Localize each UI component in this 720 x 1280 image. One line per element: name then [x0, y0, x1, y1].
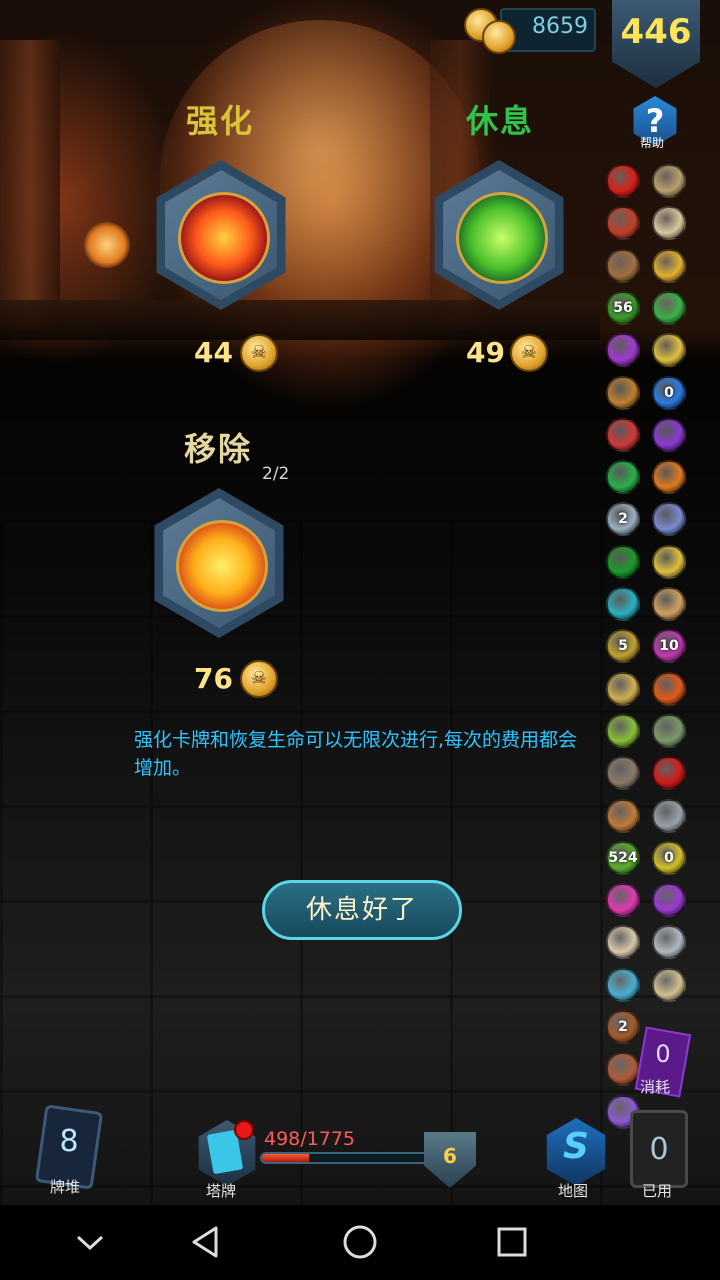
help-label: 帮助 — [640, 136, 665, 150]
green-sigil-icon[interactable] — [606, 460, 640, 494]
crystal-ball-icon[interactable] — [652, 502, 686, 536]
bowl-icon[interactable] — [652, 968, 686, 1002]
blue-orb-icon[interactable]: 0 — [652, 376, 686, 410]
green-rune-icon[interactable]: 56 — [606, 291, 640, 325]
notification-dot — [234, 1120, 254, 1140]
purple-sigil-icon[interactable] — [652, 883, 686, 917]
sack-icon[interactable] — [652, 164, 686, 198]
horn-icon[interactable] — [606, 799, 640, 833]
feather-icon[interactable]: 2 — [606, 502, 640, 536]
gold-amount: 8659 — [532, 14, 588, 39]
coin-stack-icon — [482, 20, 516, 54]
back-icon[interactable] — [186, 1222, 226, 1262]
coin-icon: ☠ — [510, 334, 548, 372]
scroll-icon[interactable] — [652, 587, 686, 621]
block-value: 6 — [443, 1144, 457, 1168]
finish-rest-button[interactable]: 休息好了 — [262, 880, 462, 940]
hp-bar-text: 498/1775 — [264, 1128, 356, 1150]
remove-hex-frame — [163, 498, 275, 628]
leaf-icon — [456, 192, 548, 284]
draw-pile-label: 牌堆 — [50, 1178, 81, 1196]
remove-uses: 2/2 — [262, 464, 290, 484]
stone-ledge — [0, 300, 600, 340]
map-label: 地图 — [558, 1182, 589, 1200]
yellow-swirl-icon[interactable]: 0 — [652, 841, 686, 875]
discard-pile-label: 已用 — [642, 1182, 673, 1200]
upgrade-cost: 44 — [194, 336, 233, 369]
leaves-icon[interactable] — [606, 714, 640, 748]
draw-pile-count: 8 — [59, 1124, 79, 1159]
map-icon: S — [563, 1126, 589, 1167]
exhaust-pile-count: 0 — [655, 1040, 671, 1068]
lantern-icon[interactable] — [652, 460, 686, 494]
exhaust-pile-label: 消耗 — [640, 1078, 671, 1096]
tome-icon[interactable] — [606, 376, 640, 410]
home-icon[interactable] — [340, 1222, 380, 1262]
chevron-down-icon[interactable] — [70, 1222, 110, 1262]
shovel-icon[interactable] — [606, 249, 640, 283]
recents-icon[interactable] — [492, 1222, 532, 1262]
remove-title: 移除 — [184, 430, 253, 468]
green-gem-icon[interactable] — [606, 545, 640, 579]
gift-icon[interactable] — [606, 883, 640, 917]
bandage-icon[interactable] — [606, 925, 640, 959]
wine-glass-icon[interactable] — [606, 206, 640, 240]
purple-wand-icon[interactable] — [606, 333, 640, 367]
upgrade-hex-frame — [165, 170, 277, 300]
hp-bar — [260, 1152, 430, 1164]
game-screen: 强化 44 ☠ 休息 49 ☠ 移除 2/2 76 ☠ 强化卡牌和恢复生命可以无… — [0, 0, 720, 1280]
golden-emblem-icon[interactable] — [652, 249, 686, 283]
green-coil-icon[interactable]: 524 — [606, 841, 640, 875]
boot-icon[interactable] — [606, 1052, 640, 1086]
coin-icon: ☠ — [240, 660, 278, 698]
hammer-icon[interactable] — [652, 799, 686, 833]
rest-title: 休息 — [466, 102, 535, 140]
purple-flame-icon[interactable] — [652, 418, 686, 452]
fountain-icon[interactable] — [606, 968, 640, 1002]
fire-icon — [178, 192, 270, 284]
dagger-icon[interactable]: 5 — [606, 629, 640, 663]
vortex-icon — [176, 520, 268, 612]
yellow-sigil-icon[interactable] — [652, 545, 686, 579]
sock-icon[interactable] — [606, 418, 640, 452]
pink-burst-icon[interactable]: 10 — [652, 629, 686, 663]
skull-icon[interactable] — [652, 206, 686, 240]
pickaxe-icon[interactable] — [606, 756, 640, 790]
coin-icon: ☠ — [240, 334, 278, 372]
gold-rune-icon[interactable] — [652, 333, 686, 367]
map-pick-icon[interactable] — [606, 672, 640, 706]
apple-icon[interactable] — [606, 164, 640, 198]
hp-value: 446 — [620, 12, 692, 52]
rest-hex-frame — [443, 170, 555, 300]
stone-pillar-left — [0, 40, 60, 330]
rest-cost: 49 — [466, 336, 505, 369]
pouch-icon[interactable]: 2 — [606, 1010, 640, 1044]
cyan-sigil-icon[interactable] — [606, 587, 640, 621]
vial-icon[interactable] — [652, 925, 686, 959]
upgrade-title: 强化 — [186, 102, 255, 140]
green-claw-icon[interactable] — [652, 291, 686, 325]
hp-bar-fill — [262, 1154, 309, 1162]
rest-description: 强化卡牌和恢复生命可以无限次进行,每次的费用都会增加。 — [134, 729, 578, 779]
turtle-icon[interactable] — [652, 714, 686, 748]
meteor-icon[interactable] — [652, 672, 686, 706]
torch-icon — [84, 222, 130, 268]
red-envelope-icon[interactable] — [652, 756, 686, 790]
discard-pile-count: 0 — [649, 1132, 669, 1167]
tower-cards-label: 塔牌 — [206, 1182, 237, 1200]
remove-cost: 76 — [194, 662, 233, 695]
